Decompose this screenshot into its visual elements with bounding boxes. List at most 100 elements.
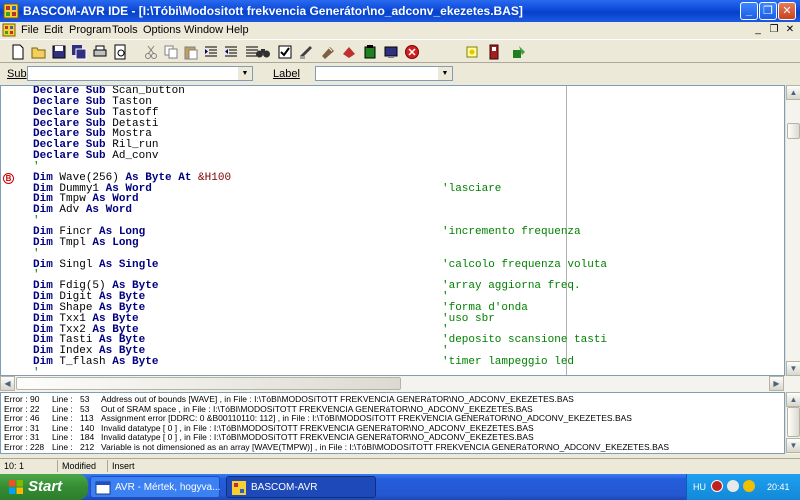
menu-program[interactable]: Program (69, 24, 111, 36)
code-type-keyword: As Word (85, 204, 133, 217)
navigation-row: Sub ▼ Label ▼ (0, 64, 800, 84)
menu-window[interactable]: Window (184, 24, 223, 36)
stop-button[interactable] (402, 42, 422, 61)
outdent-button[interactable] (221, 42, 241, 61)
chevron-down-icon[interactable]: ▼ (238, 67, 252, 80)
code-editor[interactable]: B Declare Sub Scan_button Declare Sub Tas… (0, 85, 785, 376)
show-result-button[interactable] (318, 42, 338, 61)
code-line[interactable]: Dim Shape As Byte'forma d'onda (33, 302, 783, 314)
save-button[interactable] (49, 42, 69, 61)
taskbar-item-browser[interactable]: AVR - Mértek, hogyva... (90, 476, 220, 498)
program-chip-button[interactable] (339, 42, 359, 61)
cut-button[interactable] (141, 42, 161, 61)
code-line[interactable]: Dim Adv As Word (33, 205, 783, 216)
language-indicator[interactable]: HU (693, 482, 706, 492)
paste-button[interactable] (181, 42, 201, 61)
sub-label: Sub (7, 68, 27, 80)
cursor-position: 10: 1 (2, 460, 58, 472)
library-icon (489, 44, 499, 59)
volume-icon[interactable] (743, 480, 755, 492)
bascom-app-icon (232, 481, 246, 495)
indent-button[interactable] (201, 42, 221, 61)
mdi-minimize-button[interactable]: _ (752, 25, 764, 37)
menu-options[interactable]: Options (143, 24, 181, 36)
terminal-button[interactable] (381, 42, 401, 61)
library-manager-button[interactable] (484, 42, 504, 61)
clock[interactable]: 20:41 (767, 482, 790, 492)
document-icon[interactable] (2, 23, 16, 37)
terminal-icon (384, 46, 398, 58)
scroll-left-button[interactable]: ◀ (0, 376, 15, 391)
chevron-down-icon[interactable]: ▼ (438, 67, 452, 80)
editor-horizontal-scrollbar[interactable]: ◀ ▶ (0, 376, 800, 392)
lcd-designer-button[interactable] (462, 42, 482, 61)
code-line[interactable]: ' (33, 367, 783, 375)
code-line[interactable]: Dim Tasti As Byte'deposito scansione tas… (33, 335, 783, 346)
error-msg: Variable is not dimensioned as an array … (101, 442, 670, 452)
start-button[interactable]: Start (0, 474, 88, 500)
mdi-restore-button[interactable]: ❐ (768, 25, 780, 37)
print-preview-button[interactable] (110, 42, 130, 61)
menu-tools[interactable]: Tools (112, 24, 138, 36)
status-bar: 10: 1 Modified Insert (0, 458, 800, 472)
scroll-up-button[interactable]: ▲ (786, 392, 800, 407)
programmer-icon (343, 46, 355, 58)
error-err: Error : 31 (4, 422, 40, 433)
new-file-button[interactable] (8, 42, 28, 61)
code-line[interactable]: Declare Sub Ad_conv (33, 151, 783, 162)
code-text[interactable]: Declare Sub Scan_button Declare Sub Tasto… (33, 86, 783, 375)
scroll-up-button[interactable]: ▲ (786, 85, 800, 100)
title-bar[interactable]: BASCOM-AVR IDE - [I:\Tóbi\Modositott fre… (0, 0, 800, 22)
maximize-button[interactable]: ❐ (759, 2, 777, 20)
paste-icon (184, 46, 198, 59)
scroll-thumb[interactable] (787, 407, 800, 437)
code-line[interactable]: Dim T_flash As Byte'timer lampeggio led (33, 357, 783, 368)
code-line[interactable]: Dim Singl As Single'calcolo frequenza vo… (33, 259, 783, 271)
code-line[interactable]: Dim Fdig(5) As Byte'array aggiorna freq. (33, 281, 783, 292)
breakpoint-icon[interactable]: B (3, 173, 14, 184)
close-button[interactable]: ✕ (778, 2, 796, 20)
scroll-right-button[interactable]: ▶ (769, 376, 784, 391)
code-line[interactable]: ' (33, 216, 783, 227)
label-dropdown[interactable]: ▼ (315, 66, 453, 81)
code-line[interactable]: Dim Digit As Byte ' (33, 292, 783, 303)
editor-vertical-scrollbar[interactable]: ▲ ▼ (785, 85, 800, 376)
taskbar-item-bascom[interactable]: BASCOM-AVR (226, 476, 376, 498)
taskbar-item-label: AVR - Mértek, hogyva... (115, 482, 221, 493)
editor-gutter[interactable] (1, 86, 19, 375)
code-line[interactable]: Dim Dummy1 As Word'lasciare (33, 183, 783, 195)
minimize-button[interactable]: _ (740, 2, 758, 20)
scroll-down-button[interactable]: ▼ (786, 438, 800, 453)
print-button[interactable] (90, 42, 110, 61)
open-file-button[interactable] (29, 42, 49, 61)
code-line[interactable]: Dim Txx2 As Byte ' (33, 324, 783, 336)
toolbar (0, 39, 800, 63)
error-msg: Invalid datatype [ 0 ] , in File : I:\Tó… (101, 422, 534, 433)
scroll-down-button[interactable]: ▼ (786, 361, 800, 376)
find-button[interactable] (253, 42, 273, 61)
code-comment: 'array aggiorna freq. (442, 280, 581, 293)
menu-edit[interactable]: Edit (44, 24, 63, 36)
error-vertical-scrollbar[interactable]: ▲ ▼ (785, 392, 800, 454)
menu-file[interactable]: File (21, 24, 39, 36)
code-line[interactable]: Dim Txx1 As Byte'uso sbr (33, 313, 783, 325)
tray-app-icon[interactable] (711, 480, 723, 492)
simulator-button[interactable] (360, 42, 380, 61)
network-icon[interactable] (727, 480, 739, 492)
compile-icon (300, 45, 312, 59)
sub-dropdown[interactable]: ▼ (27, 66, 253, 81)
code-line[interactable]: Dim Fincr As Long'incremento frequenza (33, 226, 783, 238)
error-line: Line : (52, 403, 73, 414)
compile-button[interactable] (296, 42, 316, 61)
copy-button[interactable] (161, 42, 181, 61)
error-list[interactable]: Error : 90 Line : 53 Address out of bounds … (0, 392, 785, 454)
horizontal-scroll-thumb[interactable] (16, 377, 401, 390)
update-wizard-button[interactable] (509, 42, 529, 61)
code-line[interactable]: Dim Tmpw As Word (33, 194, 783, 205)
save-all-button[interactable] (69, 42, 89, 61)
mdi-close-button[interactable]: ✕ (784, 25, 796, 37)
syntax-check-button[interactable] (275, 42, 295, 61)
menu-help[interactable]: Help (226, 24, 249, 36)
scroll-thumb[interactable] (787, 123, 800, 139)
code-line[interactable]: Dim Tmpl As Long (33, 237, 783, 249)
